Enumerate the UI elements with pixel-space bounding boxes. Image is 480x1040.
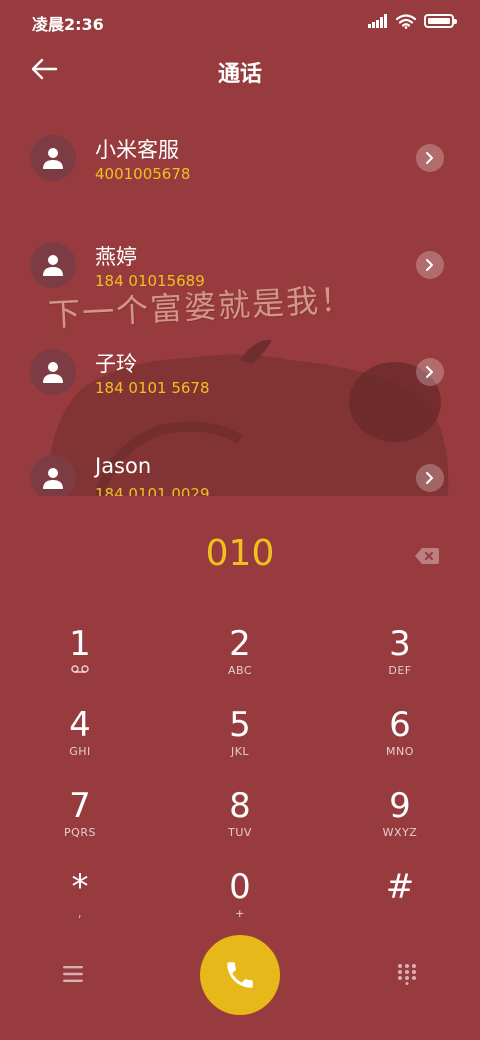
call-button[interactable] xyxy=(200,935,280,1015)
key-letters: DEF xyxy=(388,664,412,677)
key-letters: MNO xyxy=(386,745,414,758)
key-digit: 0 xyxy=(229,867,251,907)
contact-number: 184 0101 0029 xyxy=(95,485,210,496)
key-4[interactable]: 4 GHI xyxy=(10,681,150,759)
contact-name: 小米客服 xyxy=(95,138,179,162)
contact-item[interactable]: 燕婷 184 01015689 xyxy=(0,217,480,317)
backspace-icon xyxy=(415,548,439,564)
contact-name: Jason xyxy=(95,454,152,478)
key-letters: TUV xyxy=(228,826,252,839)
status-icons xyxy=(368,12,457,30)
contact-number: 184 0101 5678 xyxy=(95,379,210,397)
key-digit: 3 xyxy=(389,624,411,664)
contact-detail-button[interactable] xyxy=(416,251,444,279)
contact-detail-button[interactable] xyxy=(416,358,444,386)
avatar xyxy=(30,349,76,395)
signal-icon xyxy=(368,14,387,28)
dialpad-icon xyxy=(398,964,416,985)
key-letters: PQRS xyxy=(64,826,96,839)
contact-name: 子玲 xyxy=(95,352,137,376)
wifi-icon xyxy=(396,13,416,29)
key-5[interactable]: 5 JKL xyxy=(170,681,310,759)
key-letters: WXYZ xyxy=(382,826,418,839)
voicemail-icon xyxy=(10,664,150,678)
header: 通话 xyxy=(0,44,480,96)
key-6[interactable]: 6 MNO xyxy=(330,681,470,759)
status-time: 凌晨2:36 xyxy=(32,15,104,34)
key-digit: 1 xyxy=(69,624,91,664)
key-letters: ABC xyxy=(227,664,253,677)
contact-list: 小米客服 4001005678 燕婷 184 01015689 子玲 184 0… xyxy=(0,110,480,496)
key-digit: 6 xyxy=(389,705,411,745)
key-2[interactable]: 2 ABC xyxy=(170,600,310,678)
avatar xyxy=(30,135,76,181)
chevron-right-icon xyxy=(426,259,433,271)
bottom-bar xyxy=(0,935,480,1015)
chevron-right-icon xyxy=(426,152,433,164)
page-title: 通话 xyxy=(217,62,262,87)
key-0[interactable]: 0 + xyxy=(170,843,310,921)
person-icon xyxy=(43,148,63,169)
key-digit: 4 xyxy=(69,705,91,745)
key-letters: JKL xyxy=(230,745,250,758)
key-7[interactable]: 7 PQRS xyxy=(10,762,150,840)
delete-button[interactable] xyxy=(414,546,440,566)
avatar xyxy=(30,455,76,496)
key-letters: + xyxy=(235,907,245,920)
key-1[interactable]: 1 xyxy=(10,600,150,678)
key-digit: 7 xyxy=(69,786,91,826)
key-star[interactable]: * , xyxy=(10,843,150,921)
contact-number: 184 01015689 xyxy=(95,272,205,290)
key-digit: # xyxy=(385,867,415,907)
contact-item[interactable]: Jason 184 0101 0029 xyxy=(0,430,480,496)
key-8[interactable]: 8 TUV xyxy=(170,762,310,840)
status-bar: 凌晨2:36 xyxy=(0,0,480,40)
chevron-right-icon xyxy=(426,472,433,484)
key-digit: 5 xyxy=(229,705,251,745)
key-9[interactable]: 9 WXYZ xyxy=(330,762,470,840)
contact-detail-button[interactable] xyxy=(416,464,444,492)
key-hash[interactable]: # xyxy=(330,843,470,921)
phone-icon xyxy=(227,962,253,988)
key-digit: 8 xyxy=(229,786,251,826)
key-digit: * xyxy=(71,867,89,907)
person-icon xyxy=(43,255,63,276)
key-3[interactable]: 3 DEF xyxy=(330,600,470,678)
contact-item[interactable]: 子玲 184 0101 5678 xyxy=(0,324,480,424)
chevron-right-icon xyxy=(426,366,433,378)
contact-name: 燕婷 xyxy=(95,245,137,269)
avatar xyxy=(30,242,76,288)
key-letters: , xyxy=(78,907,82,920)
key-digit: 9 xyxy=(389,786,411,826)
person-icon xyxy=(43,468,63,489)
menu-icon xyxy=(63,966,83,982)
keypad-toggle-button[interactable] xyxy=(396,963,418,985)
menu-button[interactable] xyxy=(62,965,84,983)
key-letters: GHI xyxy=(69,745,91,758)
battery-icon xyxy=(424,14,457,28)
person-icon xyxy=(43,362,63,383)
battery-level xyxy=(428,18,450,24)
contact-number: 4001005678 xyxy=(95,165,191,183)
contact-detail-button[interactable] xyxy=(416,144,444,172)
dialed-number[interactable]: 010 xyxy=(0,533,480,574)
contact-item[interactable]: 小米客服 4001005678 xyxy=(0,110,480,210)
key-digit: 2 xyxy=(229,624,251,664)
